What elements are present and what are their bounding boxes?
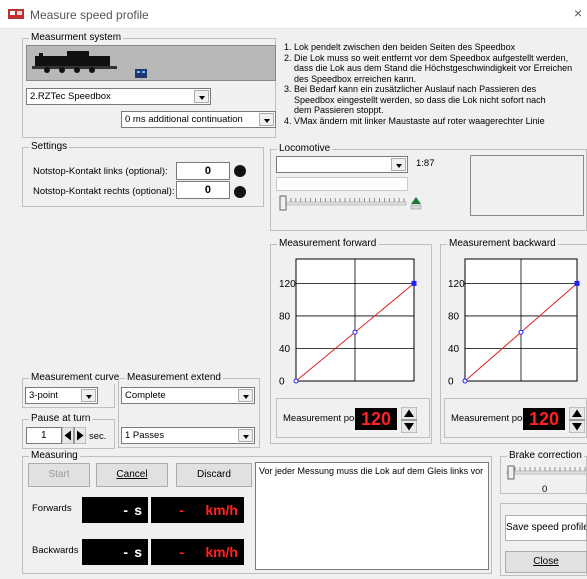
notstop-right-indicator [234,186,246,198]
locomotive-select[interactable] [276,156,408,173]
notstop-left-input[interactable]: 0 [176,162,230,180]
data-point-handle [411,280,417,286]
measurement-forward-label: Measurement forward [277,238,379,250]
message-box: Vor jeder Messung muss die Lok auf dem G… [255,462,489,570]
notstop-right-input[interactable]: 0 [176,181,230,199]
backwards-time-display: - s [82,539,148,565]
data-point [293,378,299,384]
data-point [518,329,524,335]
instruction-line: dem Passieren stoppt. [284,105,384,115]
brake-correction-value: 0 [542,484,548,495]
passes-select[interactable]: 1 Passes [121,427,255,444]
y-tick-label: 0 [448,377,454,388]
locomotive-label: Locomotive [277,143,333,155]
measurement-backward-label: Measurement backward [447,238,558,250]
continuation-select[interactable]: 0 ms additional continuation [121,111,276,128]
start-button[interactable]: Start [28,463,90,487]
close-icon[interactable]: × [574,5,582,21]
speed-up-arrow-icon[interactable] [410,196,422,210]
measurement-system-label: Measurment system [29,32,124,44]
backward-points-label: Measurement poi [451,413,525,424]
pause-spinner[interactable] [62,427,86,444]
chevron-down-icon [81,389,96,402]
measurement-extend-select[interactable]: Complete [121,387,255,404]
scale-label: 1:87 [416,158,435,169]
backward-points-spinner[interactable] [569,407,585,433]
pause-unit-label: sec. [89,431,107,442]
forward-points-box: Measurement poi 120 [276,398,430,438]
forward-points-value: 120 [355,408,397,430]
instruction-line: 1. Lok pendelt zwischen den beiden Seite… [284,42,516,52]
chevron-down-icon [194,90,209,103]
chevron-down-icon [238,429,253,442]
window-title: Measure speed profile [30,8,149,22]
y-tick-label: 80 [448,311,460,322]
speedbox-device-select[interactable]: 2.RZTec Speedbox [26,88,211,105]
backwards-speed-display: - km/h [151,539,244,565]
data-point-handle [574,280,580,286]
chevron-down-icon [238,389,253,402]
forward-points-spinner[interactable] [401,407,417,433]
brake-correction-slider[interactable] [505,465,587,481]
locomotive-progress [276,177,408,191]
title-bar: Measure speed profile × [0,0,587,29]
y-tick-label: 120 [448,279,465,290]
instruction-line: des Speedbox erreichen kann. [284,73,417,84]
y-tick-label: 120 [279,279,296,290]
cancel-button[interactable]: Cancel [96,463,168,487]
app-icon [8,9,24,19]
y-tick-label: 80 [279,311,291,322]
data-point [352,329,358,335]
instruction-line: Speedbox eingestellt werden, so dass die… [284,94,546,105]
speed-slider[interactable] [276,194,410,212]
save-speed-profile-button[interactable]: Save speed profile [505,515,587,541]
instruction-line: 2. Die Lok muss so weit entfernt vor dem… [284,52,569,63]
measurement-curve-label: Measurement curve [29,372,122,384]
backward-points-value: 120 [523,408,565,430]
instructions-text: 1. Lok pendelt zwischen den beiden Seite… [284,42,584,126]
instruction-line: 3. Bei Bedarf kann ein zusätzlicher Ausl… [284,84,537,94]
locomotive-silhouette-icon [32,51,147,78]
pause-at-turn-label: Pause at turn [29,413,93,425]
backwards-label: Backwards [32,545,79,556]
forward-points-label: Measurement poi [283,413,357,424]
instruction-line: 4. VMax ändern mit linker Maustaste auf … [284,115,545,126]
pause-input[interactable]: 1 [26,427,62,444]
notstop-left-label: Notstop-Kontakt links (optional): [33,166,168,177]
y-tick-label: 40 [279,344,291,355]
forwards-speed-display: - km/h [151,497,244,523]
message-text: Vor jeder Messung muss die Lok auf dem G… [259,466,484,476]
notstop-left-indicator [234,165,246,177]
brake-correction-label: Brake correction [507,450,584,462]
instruction-line: dass die Lok aus dem Stand die Höchstges… [284,63,573,73]
forwards-label: Forwards [32,503,72,514]
y-tick-label: 40 [448,344,460,355]
measurement-forward-chart[interactable]: 0 40 80 120 [276,253,431,387]
speedbox-track-image [26,45,276,81]
y-tick-label: 0 [279,377,285,388]
measure-speed-profile-window: Measure speed profile × Measurment syste… [0,0,587,579]
chevron-down-icon [259,113,274,126]
backward-points-box: Measurement poi 120 [444,398,587,438]
measuring-label: Measuring [29,450,80,462]
chevron-down-icon [391,158,406,171]
discard-button[interactable]: Discard [176,463,252,487]
notstop-right-label: Notstop-Kontakt rechts (optional): [33,186,175,197]
forwards-time-display: - s [82,497,148,523]
measurement-backward-chart[interactable]: 0 40 80 120 [445,253,587,387]
measurement-extend-label: Measurement extend [125,372,223,384]
data-point [462,378,468,384]
close-button[interactable]: Close [505,551,587,573]
settings-label: Settings [29,141,70,153]
locomotive-image-frame [470,155,584,216]
measurement-curve-select[interactable]: 3-point [25,387,98,404]
